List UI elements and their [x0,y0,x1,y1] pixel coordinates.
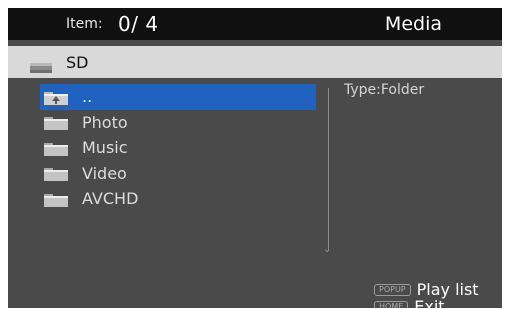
scrollbar[interactable] [328,88,329,250]
list-item-avchd[interactable]: AVCHD [40,186,316,212]
path-bar: SD [8,46,502,78]
home-key-icon: HOME [374,300,409,308]
list-item-video[interactable]: Video [40,161,316,187]
popup-key-icon: POPUP [374,283,411,296]
mode-title: Media [384,13,442,35]
list-item-parent[interactable]: .. [40,84,316,110]
list-item-label: .. [82,87,93,107]
hint-home: HOME Exit [374,297,445,308]
hint-label: Exit [414,297,445,308]
item-type-info: Type:Folder [344,82,425,98]
scroll-down-icon: ⌄ [323,244,332,255]
media-screen: Item: 0/ 4 Media SD .. Photo Music Video… [8,8,502,308]
list-item-photo[interactable]: Photo [40,110,316,136]
file-list: .. Photo Music Video AVCHD [40,84,316,212]
list-item-label: AVCHD [82,189,139,209]
list-item-label: Music [82,138,128,158]
item-count: 0/ 4 [118,12,159,36]
list-item-label: Photo [82,112,128,132]
folder-icon [44,141,68,156]
folder-icon [44,192,68,207]
path-name: SD [66,53,89,72]
item-label: Item: [66,16,103,32]
folder-icon [44,115,68,131]
drive-icon [30,58,52,77]
parent-folder-icon [44,90,68,105]
top-bar: Item: 0/ 4 Media [8,8,502,40]
list-item-music[interactable]: Music [40,135,316,161]
folder-icon [44,166,68,182]
list-item-label: Video [82,163,127,183]
